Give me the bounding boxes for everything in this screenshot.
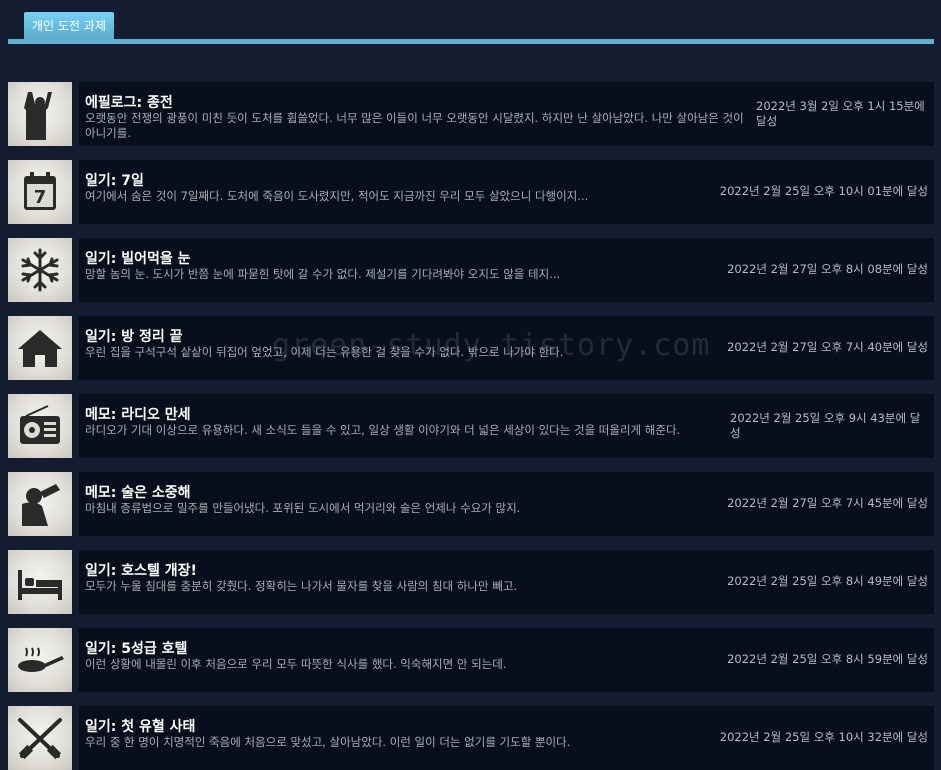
achievement-description: 오랫동안 전쟁의 광풍이 미친 듯이 도처를 휩쓸었다. 너무 많은 이들이 너… xyxy=(85,111,744,140)
achievement-title: 일기: 첫 유혈 사태 xyxy=(85,719,196,735)
tab-personal-achievements[interactable]: 개인 도전 과제 xyxy=(24,12,114,40)
achievement-info: 일기: 방 정리 끝 우린 집을 구석구석 샅샅이 뒤집어 엎었고, 이제 더는… xyxy=(79,316,934,380)
achievement-date: 2022년 2월 27일 오후 7시 45분에 달성 xyxy=(727,496,928,510)
achievement-date: 2022년 2월 27일 오후 7시 40분에 달성 xyxy=(727,340,928,354)
achievement-info: 메모: 라디오 만세 라디오가 기대 이상으로 유용하다. 새 소식도 들을 수… xyxy=(79,394,934,458)
achievement-description: 우린 집을 구석구석 샅샅이 뒤집어 엎었고, 이제 더는 유용한 걸 찾을 수… xyxy=(85,345,564,359)
achievement-title: 일기: 5성급 호텔 xyxy=(85,641,188,657)
house-icon xyxy=(18,330,62,367)
tab-underline xyxy=(8,39,934,44)
svg-text:7: 7 xyxy=(34,187,47,208)
achievement-row: 메모: 라디오 만세 라디오가 기대 이상으로 유용하다. 새 소식도 들을 수… xyxy=(8,394,934,458)
drinking-figure-icon xyxy=(22,484,60,526)
achievement-icon-frame: 7 xyxy=(8,160,72,224)
achievement-row: 에필로그: 종전 오랫동안 전쟁의 광풍이 미친 듯이 도처를 휩쓸었다. 너무… xyxy=(8,82,934,146)
achievement-info: 에필로그: 종전 오랫동안 전쟁의 광풍이 미친 듯이 도처를 휩쓸었다. 너무… xyxy=(79,82,934,146)
bed-icon xyxy=(18,570,62,600)
achievement-row: 7 일기: 7일 여기에서 숨은 것이 7일째다. 도처에 죽음이 도사렸지만,… xyxy=(8,160,934,224)
raised-fist-figure-icon xyxy=(24,92,52,140)
achievement-title: 일기: 빌어먹을 눈 xyxy=(85,251,191,267)
achievement-description: 이런 상황에 내몰린 이후 처음으로 우리 모두 따뜻한 식사를 했다. 익숙해… xyxy=(85,657,507,671)
achievement-info: 일기: 5성급 호텔 이런 상황에 내몰린 이후 처음으로 우리 모두 따뜻한 … xyxy=(79,628,934,692)
achievement-info: 일기: 첫 유혈 사태 우리 중 한 명이 치명적인 죽음에 처음으로 맞섰고,… xyxy=(79,706,934,770)
achievement-row: 일기: 5성급 호텔 이런 상황에 내몰린 이후 처음으로 우리 모두 따뜻한 … xyxy=(8,628,934,692)
achievement-icon-frame xyxy=(8,316,72,380)
achievement-date: 2022년 2월 25일 오후 8시 59분에 달성 xyxy=(727,652,928,666)
achievement-description: 여기에서 숨은 것이 7일째다. 도처에 죽음이 도사렸지만, 적어도 지금까진… xyxy=(85,189,589,203)
achievement-title: 일기: 7일 xyxy=(85,173,144,189)
snowflake-icon xyxy=(21,248,59,292)
achievement-icon-frame xyxy=(8,706,72,770)
achievement-row: 일기: 첫 유혈 사태 우리 중 한 명이 치명적인 죽음에 처음으로 맞섰고,… xyxy=(8,706,934,770)
achievements-page: 개인 도전 과제 green-study.tistory.com 에필로그: 종… xyxy=(0,0,941,770)
achievement-description: 우리 중 한 명이 치명적인 죽음에 처음으로 맞섰고, 살아남았다. 이런 일… xyxy=(85,735,571,749)
radio-icon xyxy=(20,405,60,444)
crossed-rifles-icon xyxy=(18,718,62,760)
calendar-7-icon: 7 xyxy=(24,172,56,210)
achievement-info: 일기: 빌어먹을 눈 망할 놈의 눈. 도시가 반쯤 눈에 파묻힌 탓에 갈 수… xyxy=(79,238,934,302)
achievement-date: 2022년 2월 27일 오후 8시 08분에 달성 xyxy=(727,262,928,276)
achievement-title: 일기: 호스텔 개장! xyxy=(85,563,197,579)
achievement-row: 일기: 호스텔 개장! 모두가 누울 침대를 충분히 갖췄다. 정확히는 나가서… xyxy=(8,550,934,614)
achievement-row: 메모: 술은 소중해 마침내 증류법으로 밀주를 만들어냈다. 포위된 도시에서… xyxy=(8,472,934,536)
achievement-row: 일기: 방 정리 끝 우린 집을 구석구석 샅샅이 뒤집어 엎었고, 이제 더는… xyxy=(8,316,934,380)
achievement-description: 마침내 증류법으로 밀주를 만들어냈다. 포위된 도시에서 먹거리와 술은 언제… xyxy=(85,501,521,515)
achievement-date: 2022년 2월 25일 오후 8시 49분에 달성 xyxy=(727,574,928,588)
achievement-description: 라디오가 기대 이상으로 유용하다. 새 소식도 들을 수 있고, 일상 생활 … xyxy=(85,423,681,437)
achievement-icon-frame xyxy=(8,628,72,692)
achievement-date: 2022년 2월 25일 오후 9시 43분에 달성 xyxy=(730,411,921,440)
achievement-date: 2022년 2월 25일 오후 10시 32분에 달성 xyxy=(719,730,928,744)
frying-pan-icon xyxy=(18,647,64,672)
achievement-title: 메모: 라디오 만세 xyxy=(85,407,191,423)
achievement-date: 2022년 3월 2일 오후 1시 15분에 달성 xyxy=(756,99,925,128)
achievement-title: 메모: 술은 소중해 xyxy=(85,485,191,501)
achievement-icon-frame xyxy=(8,82,72,146)
achievement-info: 일기: 호스텔 개장! 모두가 누울 침대를 충분히 갖췄다. 정확히는 나가서… xyxy=(79,550,934,614)
achievement-icon-frame xyxy=(8,394,72,458)
achievement-title: 에필로그: 종전 xyxy=(85,95,173,111)
achievement-info: 메모: 술은 소중해 마침내 증류법으로 밀주를 만들어냈다. 포위된 도시에서… xyxy=(79,472,934,536)
achievement-description: 모두가 누울 침대를 충분히 갖췄다. 정확히는 나가서 물자를 찾을 사람의 … xyxy=(85,579,518,593)
tab-bar: 개인 도전 과제 xyxy=(8,0,934,44)
achievement-icon-frame xyxy=(8,238,72,302)
achievement-row: 일기: 빌어먹을 눈 망할 놈의 눈. 도시가 반쯤 눈에 파묻힌 탓에 갈 수… xyxy=(8,238,934,302)
achievement-title: 일기: 방 정리 끝 xyxy=(85,329,183,345)
achievement-info: 일기: 7일 여기에서 숨은 것이 7일째다. 도처에 죽음이 도사렸지만, 적… xyxy=(79,160,934,224)
achievement-date: 2022년 2월 25일 오후 10시 01분에 달성 xyxy=(719,184,928,198)
achievement-icon-frame xyxy=(8,550,72,614)
achievement-icon-frame xyxy=(8,472,72,536)
achievement-description: 망할 놈의 눈. 도시가 반쯤 눈에 파묻힌 탓에 갈 수가 없다. 제설기를 … xyxy=(85,267,561,281)
